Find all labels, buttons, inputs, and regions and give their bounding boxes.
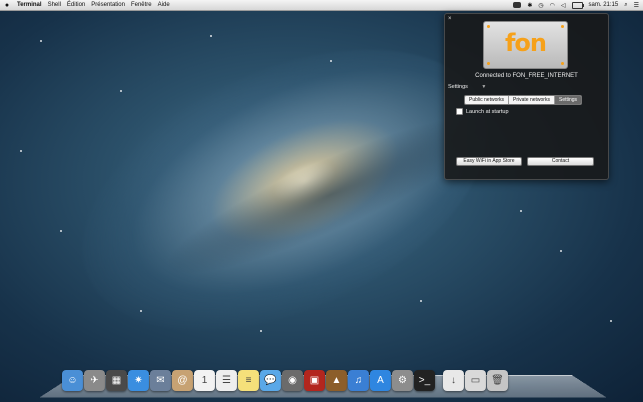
time-machine-icon[interactable]: ◷ [538,2,543,9]
screw-dot [561,25,564,28]
app-store-button[interactable]: Easy WiFi in App Store [456,157,522,166]
menu-terminal[interactable]: Terminal [14,2,45,8]
fon-logo-card: fon [483,21,568,69]
fon-menu-icon[interactable] [513,2,521,8]
itunes-icon[interactable]: ♫ [348,370,369,391]
screw-dot [487,62,490,65]
star [260,330,262,332]
menu-edition[interactable]: Édition [64,2,88,8]
fon-logo: fon [484,29,567,57]
star [520,210,522,212]
contact-button[interactable]: Contact [527,157,594,166]
tab-settings[interactable]: Settings [555,96,581,104]
system-preferences-icon[interactable]: ⚙ [392,370,413,391]
bluetooth-icon[interactable]: ✱ [527,2,532,9]
safari-icon[interactable]: ✷ [128,370,149,391]
star [120,90,122,92]
battery-icon[interactable] [572,2,583,9]
connection-status: Connected to FON_FREE_INTERNET [445,73,608,79]
mission-control-icon[interactable]: ▦ [106,370,127,391]
calendar-icon[interactable]: 1 [194,370,215,391]
fon-panel: × fon Connected to FON_FREE_INTERNET Set… [444,13,609,180]
contacts-icon[interactable]: @ [172,370,193,391]
facetime-icon[interactable]: ◉ [282,370,303,391]
star [420,300,422,302]
star [330,60,332,62]
notification-center-icon[interactable]: ☰ [634,2,639,9]
settings-header[interactable]: Settings ▼ [448,84,486,90]
menu-fenetre[interactable]: Fenêtre [128,2,155,8]
volume-icon[interactable]: ◁ [561,2,566,9]
finder-icon[interactable]: ☺ [62,370,83,391]
launch-at-startup-row[interactable]: Launch at startup [456,108,509,115]
photo-booth-icon[interactable]: ▣ [304,370,325,391]
star [140,310,142,312]
screw-dot [561,62,564,65]
dock-separator [436,370,442,396]
launch-at-startup-checkbox[interactable] [456,108,463,115]
screw-dot [487,25,490,28]
messages-icon[interactable]: 💬 [260,370,281,391]
terminal-icon[interactable]: >_ [414,370,435,391]
star [210,35,212,37]
downloads-icon[interactable]: ↓ [443,370,464,391]
iphoto-icon[interactable]: ▲ [326,370,347,391]
trash-icon[interactable]: 🗑 [487,370,508,391]
wifi-icon[interactable]: ◠ [550,2,555,9]
star [610,320,612,322]
menu-clock[interactable]: sam. 21:15 [589,2,619,8]
app-store-icon[interactable]: A [370,370,391,391]
settings-title: Settings [448,84,468,90]
launch-at-startup-label: Launch at startup [466,109,509,115]
spotlight-icon[interactable]: ⌕ [624,2,627,9]
apple-menu-icon[interactable]: ● [0,2,14,9]
settings-tabs: Public networks Private networks Setting… [464,95,582,105]
star [20,150,22,152]
reminders-icon[interactable]: ☰ [216,370,237,391]
tab-public-networks[interactable]: Public networks [465,96,509,104]
menu-aide[interactable]: Aide [155,2,173,8]
close-icon[interactable]: × [448,16,452,22]
launchpad-icon[interactable]: ✈ [84,370,105,391]
dock: ☺ ✈ ▦ ✷ ✉ @1 ☰ ≡ 💬 ◉ ▣ ▲ ♫ A ⚙ >_ ↓ ▭ 🗑 [62,370,587,396]
menu-presentation[interactable]: Présentation [88,2,128,8]
star [40,40,42,42]
star [60,230,62,232]
mail-icon[interactable]: ✉ [150,370,171,391]
notes-icon[interactable]: ≡ [238,370,259,391]
chevron-down-icon[interactable]: ▼ [481,84,486,90]
menu-bar: ● Terminal Shell Édition Présentation Fe… [0,0,643,11]
documents-icon[interactable]: ▭ [465,370,486,391]
tab-private-networks[interactable]: Private networks [509,96,555,104]
star [560,250,562,252]
menu-shell[interactable]: Shell [45,2,64,8]
